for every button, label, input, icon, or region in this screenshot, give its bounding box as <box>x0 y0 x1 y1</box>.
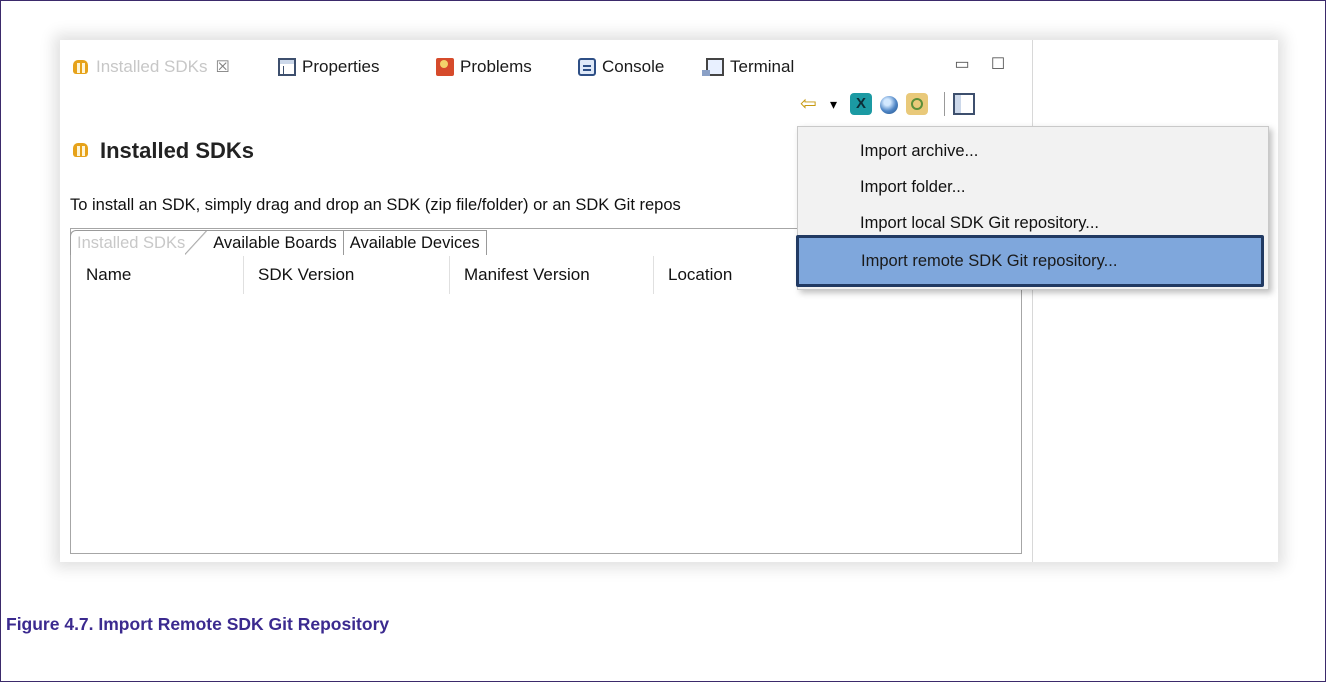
close-icon[interactable]: ☒ <box>216 57 230 77</box>
install-hint: To install an SDK, simply drag and drop … <box>70 196 681 214</box>
tab-problems[interactable]: Problems <box>436 54 532 80</box>
menu-item-import-remote-git[interactable]: Import remote SDK Git repository... <box>796 235 1264 287</box>
tab-available-devices[interactable]: Available Devices <box>342 230 487 255</box>
minimize-button[interactable]: ▭ <box>952 54 972 74</box>
view-toolbar: ⇦ ▾ X <box>800 90 983 118</box>
tab-terminal[interactable]: Terminal <box>702 54 795 80</box>
toolbar-separator <box>944 92 945 116</box>
problems-icon <box>436 58 454 76</box>
terminal-icon <box>702 58 724 76</box>
column-header-name[interactable]: Name <box>72 256 244 294</box>
view-menu-icon[interactable] <box>953 93 975 115</box>
refresh-icon[interactable] <box>906 93 928 115</box>
properties-icon <box>278 58 296 76</box>
sdk-icon <box>72 58 90 76</box>
view-title: Installed SDKs <box>72 138 254 164</box>
console-icon <box>578 58 596 76</box>
view-tab-bar: Installed SDKs ☒ Properties Problems Con… <box>60 40 1032 96</box>
installed-sdks-view: Installed SDKs ☒ Properties Problems Con… <box>60 40 1033 562</box>
tab-available-boards[interactable]: Available Boards <box>206 230 344 255</box>
import-dropdown-menu: Import archive... Import folder... Impor… <box>796 126 1269 290</box>
tab-console[interactable]: Console <box>578 54 664 80</box>
tab-installed-sdks[interactable]: Installed SDKs ☒ <box>72 54 230 80</box>
tab-installed-sdks-sub[interactable]: Installed SDKs <box>70 230 208 255</box>
tab-label: Console <box>602 57 665 76</box>
view-title-text: Installed SDKs <box>100 138 255 163</box>
chevron-down-icon[interactable]: ▾ <box>830 93 842 115</box>
back-icon[interactable]: ⇦ <box>800 93 822 115</box>
column-header-manifest-version[interactable]: Manifest Version <box>450 256 654 294</box>
menu-item-import-folder[interactable]: Import folder... <box>798 169 1268 205</box>
tab-label: Problems <box>460 57 532 76</box>
tab-label: Terminal <box>730 57 795 76</box>
tab-label: Installed SDKs <box>96 57 208 76</box>
maximize-button[interactable]: ☐ <box>988 54 1008 74</box>
tab-label: Properties <box>302 57 380 76</box>
menu-item-import-archive[interactable]: Import archive... <box>798 133 1268 169</box>
subtab-bar: Installed SDKs Available Boards Availabl… <box>70 230 487 256</box>
ide-screenshot: Installed SDKs ☒ Properties Problems Con… <box>60 40 1278 562</box>
tab-properties[interactable]: Properties <box>278 54 379 80</box>
column-header-sdk-version[interactable]: SDK Version <box>244 256 450 294</box>
figure-caption: Figure 4.7. Import Remote SDK Git Reposi… <box>6 614 390 634</box>
right-pane <box>1033 40 1278 562</box>
globe-icon[interactable] <box>880 96 898 114</box>
remove-sdk-icon[interactable]: X <box>850 93 872 115</box>
sdk-icon <box>72 141 92 161</box>
